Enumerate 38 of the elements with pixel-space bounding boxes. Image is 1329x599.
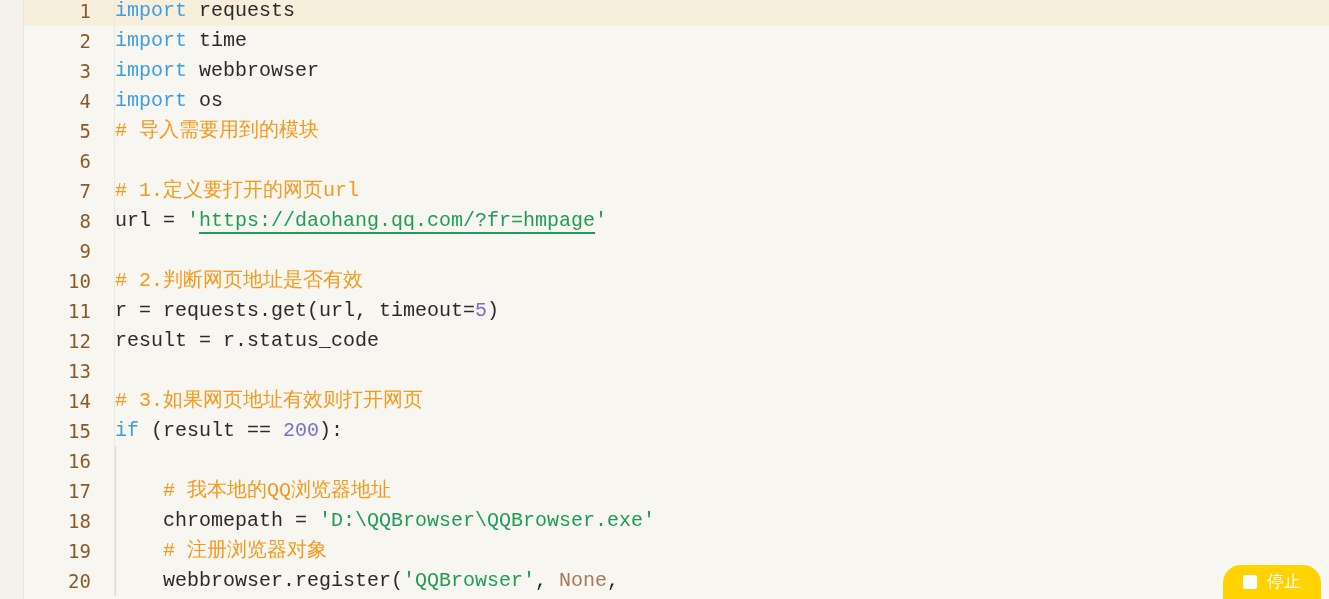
line-number: 2 <box>79 28 91 54</box>
code-comment: # 导入需要用到的模块 <box>115 118 319 144</box>
code-comment: # 1.定义要打开的网页url <box>115 178 359 204</box>
line-number: 4 <box>79 88 91 114</box>
line-number: 20 <box>68 568 91 594</box>
code-line: result = r.status_code <box>115 328 380 354</box>
line-number: 5 <box>79 118 91 144</box>
line-number: 10 <box>68 268 91 294</box>
code-line: if (result == 200): <box>115 418 344 444</box>
code-comment: # 2.判断网页地址是否有效 <box>115 268 363 294</box>
stop-button[interactable]: 停止 <box>1223 565 1321 599</box>
line-number: 11 <box>68 298 91 324</box>
line-number: 16 <box>68 448 91 474</box>
code-line: import time <box>115 28 248 54</box>
code-line: chromepath = 'D:\QQBrowser\QQBrowser.exe' <box>163 508 656 534</box>
code-line: import webbrowser <box>115 58 320 84</box>
line-number: 17 <box>68 478 91 504</box>
code-line: r = requests.get(url, timeout=5) <box>115 298 500 324</box>
line-number: 12 <box>68 328 91 354</box>
line-number: 8 <box>79 208 91 234</box>
line-number: 3 <box>79 58 91 84</box>
code-comment: # 注册浏览器对象 <box>163 538 327 564</box>
line-number: 15 <box>68 418 91 444</box>
line-number: 19 <box>68 538 91 564</box>
line-number: 14 <box>68 388 91 414</box>
line-number: 7 <box>79 178 91 204</box>
line-number: 18 <box>68 508 91 534</box>
line-number: 6 <box>79 148 91 174</box>
line-number: 1 <box>79 0 91 24</box>
code-comment: # 我本地的QQ浏览器地址 <box>163 478 391 504</box>
code-line: url = 'https://daohang.qq.com/?fr=hmpage' <box>115 208 608 234</box>
stop-icon <box>1243 575 1257 589</box>
code-line: import os <box>115 88 224 114</box>
code-line: webbrowser.register('QQBrowser', None, <box>163 568 620 594</box>
code-comment: # 3.如果网页地址有效则打开网页 <box>115 388 423 414</box>
line-number: 13 <box>68 358 91 384</box>
line-number: 9 <box>79 238 91 264</box>
code-line: import requests <box>115 0 296 24</box>
